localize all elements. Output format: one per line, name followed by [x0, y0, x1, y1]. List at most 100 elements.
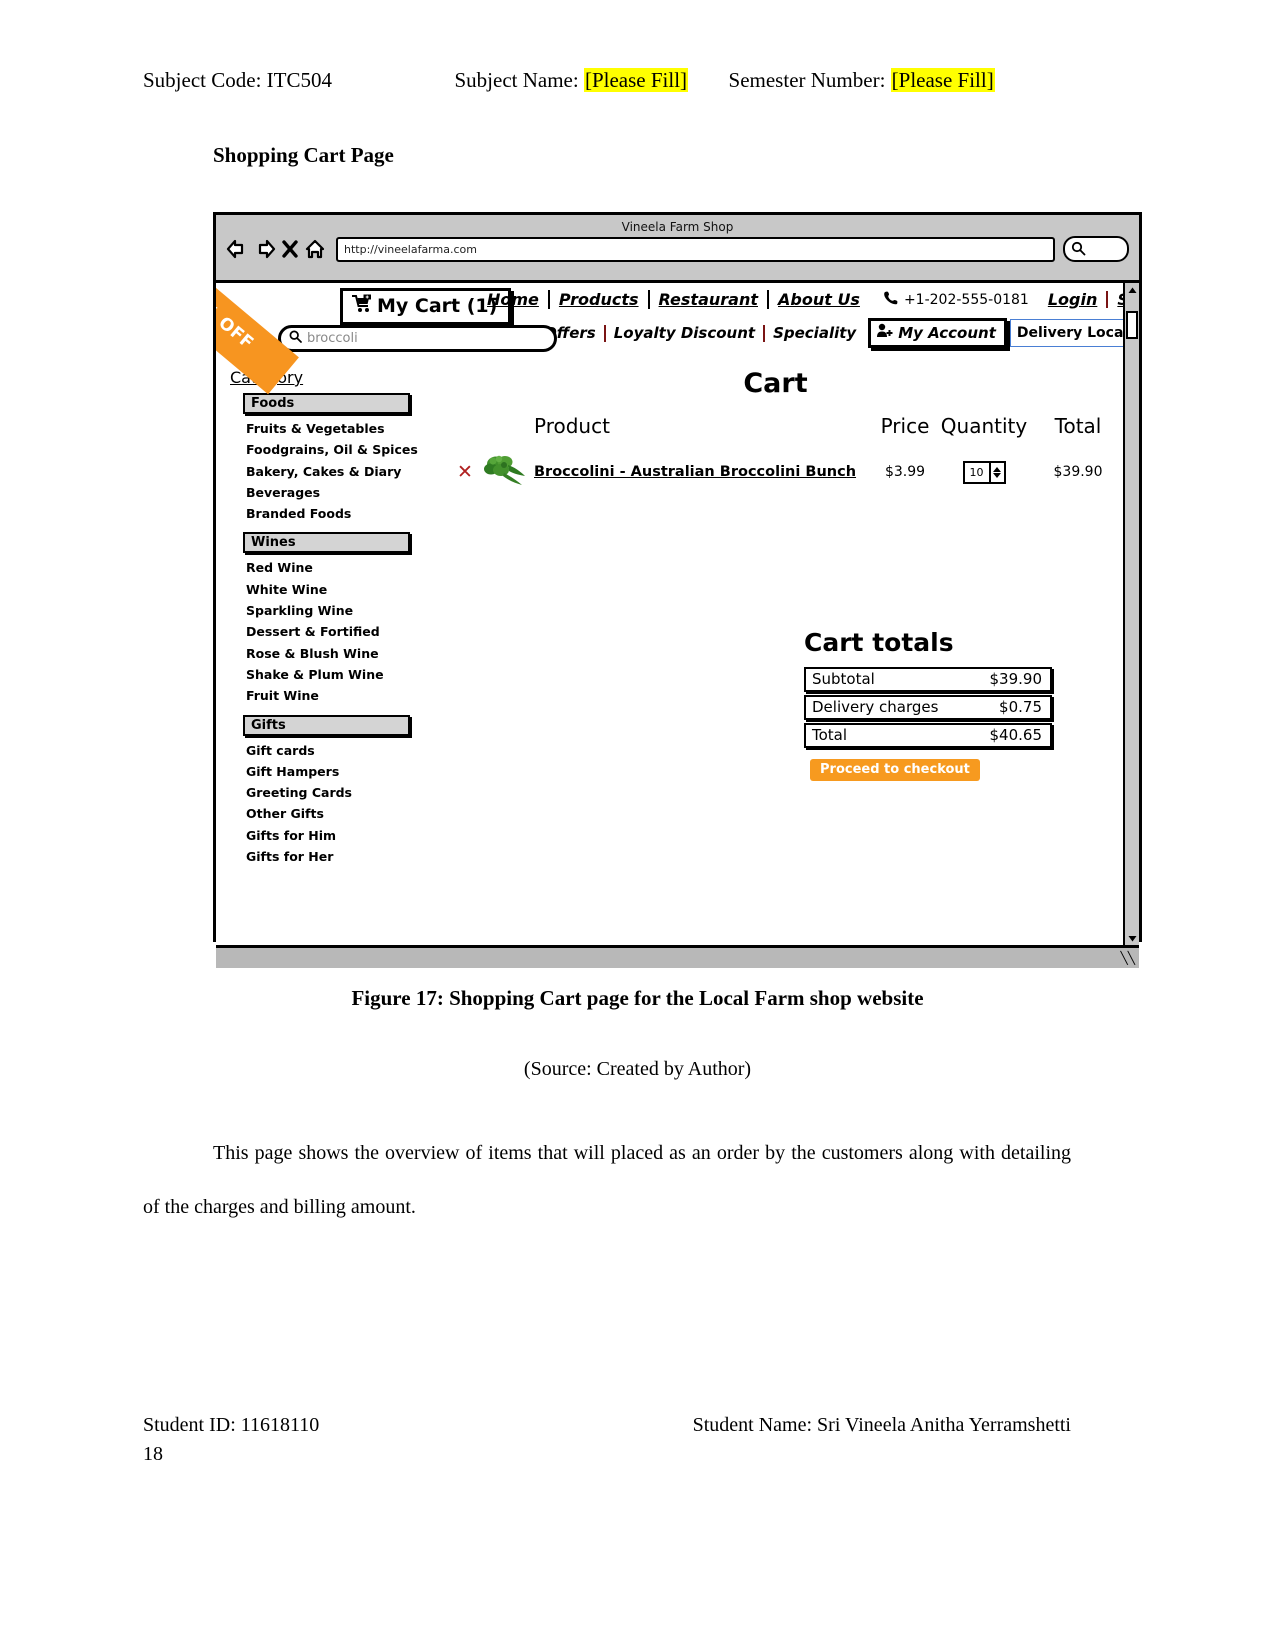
category-group-wines: Wines Red Wine White Wine Sparkling Wine…: [230, 532, 435, 706]
quantity-stepper[interactable]: 10: [962, 460, 1006, 484]
remove-x-icon[interactable]: ✕: [457, 461, 473, 483]
figure-caption: Figure 17: Shopping Cart page for the Lo…: [351, 986, 924, 1010]
category-item[interactable]: Foodgrains, Oil & Spices: [246, 439, 435, 460]
phone-number: +1-202-555-0181: [903, 291, 1029, 308]
cart-table-header-row: Product Price Quantity Total: [451, 413, 1125, 452]
scrollbar-thumb[interactable]: [1126, 311, 1138, 339]
my-account-label: My Account: [898, 323, 996, 342]
totals-value: $39.90: [989, 670, 1043, 688]
category-item[interactable]: Dessert & Fortified: [246, 621, 435, 642]
totals-label: Subtotal: [812, 670, 875, 688]
nav-item-login[interactable]: Login: [1039, 290, 1107, 309]
user-add-icon: [876, 323, 893, 342]
quantity-arrows[interactable]: [988, 462, 1004, 482]
body-paragraph: This page shows the overview of items th…: [143, 1142, 1071, 1218]
cart-table: Product Price Quantity Total ✕ Broccolin…: [451, 413, 1125, 492]
nav-item-products[interactable]: Products: [550, 290, 648, 309]
site-page-body: 30% OFF My Cart (1) Home Products Restau…: [216, 283, 1139, 945]
product-name-link[interactable]: Broccolini - Australian Broccolini Bunch: [534, 464, 856, 480]
product-price: $3.99: [884, 464, 926, 480]
totals-value: $0.75: [999, 698, 1042, 716]
category-item[interactable]: Fruit Wine: [246, 685, 435, 706]
quantity-value[interactable]: 10: [965, 463, 989, 482]
category-heading-foods[interactable]: Foods: [243, 393, 410, 414]
close-x-icon[interactable]: [282, 239, 298, 259]
category-item[interactable]: Greeting Cards: [246, 782, 435, 803]
category-item[interactable]: Rose & Blush Wine: [246, 643, 435, 664]
subject-code: Subject Code: ITC504: [143, 68, 332, 92]
column-header-price: Price: [880, 414, 930, 438]
category-item[interactable]: Sparkling Wine: [246, 600, 435, 621]
arrow-down-icon[interactable]: [993, 472, 1001, 478]
cart-heading: Cart: [743, 368, 808, 399]
category-item[interactable]: Red Wine: [246, 557, 435, 578]
nav-secondary-row: Offers Loyalty Discount Speciality My Ac…: [536, 318, 1139, 348]
nav-item-home[interactable]: Home: [478, 290, 548, 309]
category-heading-gifts[interactable]: Gifts: [243, 714, 410, 736]
column-header-product: Product: [534, 414, 610, 438]
category-item[interactable]: Bakery, Cakes & Diary: [246, 461, 435, 482]
my-account-button[interactable]: My Account: [868, 318, 1007, 348]
url-input[interactable]: http://vineelafarma.com: [336, 236, 1055, 262]
nav-item-loyalty-discount[interactable]: Loyalty Discount: [606, 324, 763, 342]
browser-chrome: Vineela Farm Shop http://vineelafarma.co…: [216, 215, 1139, 283]
browser-mockup: Vineela Farm Shop http://vineelafarma.co…: [213, 212, 1142, 968]
page-title: Shopping Cart Page: [213, 143, 394, 167]
delivery-location-select[interactable]: Delivery Location: [1009, 319, 1139, 347]
subject-name-value: [Please Fill]: [583, 68, 689, 92]
nav-primary-row: Home Products Restaurant About Us +1-202…: [478, 290, 1139, 309]
search-icon: [289, 330, 302, 347]
nav-item-restaurant[interactable]: Restaurant: [650, 290, 767, 309]
totals-label: Total: [812, 726, 848, 744]
arrow-up-icon[interactable]: [993, 466, 1001, 472]
back-arrow-icon[interactable]: [226, 239, 248, 259]
category-item[interactable]: Branded Foods: [246, 503, 435, 524]
search-input[interactable]: broccoli: [278, 325, 557, 352]
category-item[interactable]: Other Gifts: [246, 803, 435, 824]
student-id: Student ID: 11618110: [143, 1414, 320, 1436]
scroll-down-icon[interactable]: [1125, 931, 1139, 945]
scroll-up-icon[interactable]: [1125, 283, 1139, 297]
category-item[interactable]: Gifts for Her: [246, 846, 435, 867]
page-number: 18: [143, 1443, 163, 1465]
totals-row-subtotal: Subtotal $39.90: [804, 667, 1052, 692]
browser-window-title: Vineela Farm Shop: [621, 220, 734, 234]
student-name: Student Name: Sri Vineela Anitha Yerrams…: [692, 1414, 1071, 1436]
broccoli-icon: [480, 455, 526, 491]
subject-name-label: Subject Name:: [454, 68, 579, 92]
category-item[interactable]: Beverages: [246, 482, 435, 503]
horizontal-scrollbar[interactable]: ╲╲: [216, 945, 1139, 968]
forward-arrow-icon[interactable]: [254, 239, 276, 259]
category-item[interactable]: Gifts for Him: [246, 825, 435, 846]
document-footer: Student ID: 11618110 Student Name: Sri V…: [143, 1414, 1071, 1437]
browser-search-box[interactable]: [1063, 236, 1129, 262]
category-item[interactable]: Gift Hampers: [246, 761, 435, 782]
delivery-location-label: Delivery Location: [1016, 325, 1139, 341]
totals-row-delivery: Delivery charges $0.75: [804, 695, 1052, 720]
category-item[interactable]: Fruits & Vegetables: [246, 418, 435, 439]
column-header-total: Total: [1054, 414, 1102, 438]
category-item[interactable]: White Wine: [246, 579, 435, 600]
home-icon[interactable]: [304, 239, 326, 260]
product-line-total: $39.90: [1053, 464, 1103, 480]
proceed-to-checkout-button[interactable]: Proceed to checkout: [810, 759, 980, 781]
category-item[interactable]: Gift cards: [246, 740, 435, 761]
cart-main: Cart Product Price Quantity Total ✕ Broc…: [451, 368, 1125, 492]
resize-grip-icon[interactable]: ╲╲: [1121, 951, 1135, 965]
category-heading-wines[interactable]: Wines: [243, 532, 410, 554]
cart-totals-title: Cart totals: [804, 628, 954, 657]
semester-value: [Please Fill]: [890, 68, 995, 92]
column-header-quantity: Quantity: [940, 414, 1028, 438]
totals-row-total: Total $40.65: [804, 723, 1052, 748]
category-group-gifts: Gifts Gift cards Gift Hampers Greeting C…: [230, 714, 435, 868]
category-sidebar: Category Foods Fruits & Vegetables Foodg…: [230, 368, 435, 869]
cart-totals: Cart totals Subtotal $39.90 Delivery cha…: [804, 628, 1052, 781]
figure-source: (Source: Created by Author): [523, 1058, 752, 1080]
vertical-scrollbar[interactable]: [1123, 283, 1139, 945]
nav-item-about-us[interactable]: About Us: [769, 290, 869, 309]
cart-icon: [351, 294, 372, 318]
nav-item-speciality[interactable]: Speciality: [765, 324, 864, 342]
totals-label: Delivery charges: [812, 698, 939, 716]
contact-phone[interactable]: +1-202-555-0181: [869, 290, 1039, 309]
category-item[interactable]: Shake & Plum Wine: [246, 664, 435, 685]
